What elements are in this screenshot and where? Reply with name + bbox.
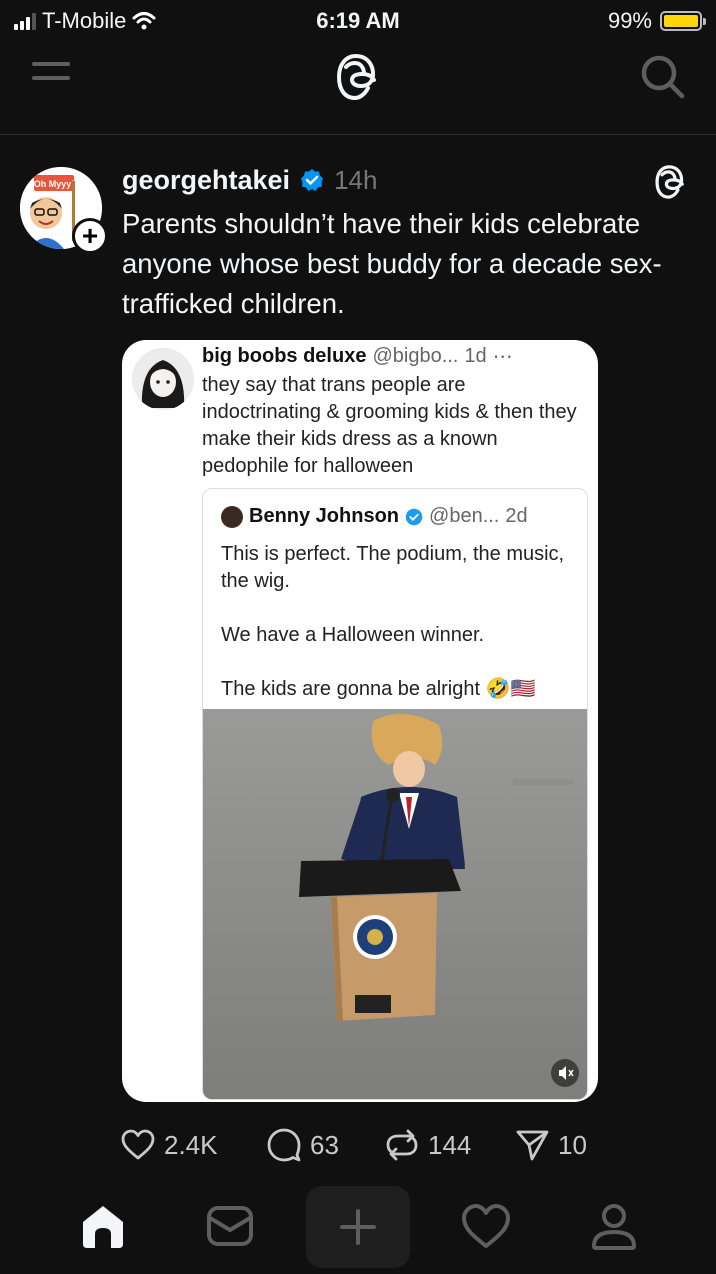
follow-button[interactable]: + xyxy=(72,218,108,254)
quote-text: This is perfect. The podium, the music, … xyxy=(221,543,565,700)
activity-heart-icon[interactable] xyxy=(460,1200,512,1252)
status-bar: T-Mobile 6:19 AM 99% xyxy=(0,0,716,40)
top-nav xyxy=(0,40,716,135)
more-icon: ⋯ xyxy=(492,346,513,368)
mute-icon[interactable] xyxy=(551,1059,579,1087)
post-text: Parents shouldn’t have their kids celebr… xyxy=(122,208,662,319)
repost-count: 144 xyxy=(428,1129,472,1160)
like-button[interactable]: 2.4K xyxy=(120,1127,266,1163)
reply-count: 63 xyxy=(310,1129,339,1160)
kid-at-podium-image xyxy=(203,709,587,1099)
svg-text:Oh Myyy!: Oh Myyy! xyxy=(34,179,75,189)
embed-time: 1d xyxy=(464,345,487,367)
repost-icon xyxy=(386,1129,418,1161)
embed-header: big boobs deluxe @bigbo... 1d ⋯ xyxy=(202,344,513,369)
verified-badge-icon xyxy=(405,508,423,525)
quote-time: 2d xyxy=(505,505,528,527)
heart-icon xyxy=(121,1129,155,1160)
battery-icon xyxy=(660,11,706,31)
embed-handle: @bigbo... xyxy=(372,345,459,367)
search-icon[interactable] xyxy=(638,52,686,100)
threads-logo-icon[interactable] xyxy=(652,164,688,200)
embed-text: they say that trans people are indoctrin… xyxy=(202,374,577,477)
share-count: 10 xyxy=(558,1129,587,1160)
comment-icon xyxy=(267,1128,301,1162)
reply-button[interactable]: 63 xyxy=(266,1127,384,1163)
create-button[interactable] xyxy=(306,1186,410,1268)
threads-logo-icon[interactable] xyxy=(334,52,380,102)
repost-button[interactable]: 144 xyxy=(384,1127,514,1163)
embed-author: big boobs deluxe xyxy=(202,345,367,367)
quote-author: Benny Johnson xyxy=(249,505,400,527)
create-icon xyxy=(340,1209,376,1245)
verified-badge-icon xyxy=(301,169,324,191)
quoted-tweet: Benny Johnson @ben... 2d This is perfect… xyxy=(202,488,588,1100)
post-actions: 2.4K 63 144 10 xyxy=(120,1125,587,1165)
post-header: georgehtakei 14h xyxy=(122,163,377,197)
hamburger-menu-icon[interactable] xyxy=(32,62,72,86)
share-button[interactable]: 10 xyxy=(514,1127,587,1163)
battery-group: 99% xyxy=(607,8,706,34)
video-thumbnail[interactable] xyxy=(203,709,587,1099)
send-icon xyxy=(516,1130,549,1161)
profile-icon[interactable] xyxy=(588,1200,640,1252)
battery-percent: 99% xyxy=(607,8,652,33)
quote-avatar xyxy=(221,505,243,528)
post-time: 14h xyxy=(334,164,378,195)
bottom-nav xyxy=(0,1186,716,1274)
home-icon[interactable] xyxy=(77,1200,129,1252)
embed-avatar xyxy=(132,348,194,410)
embedded-screenshot[interactable]: big boobs deluxe @bigbo... 1d ⋯ they say… xyxy=(122,340,598,1102)
inbox-icon[interactable] xyxy=(204,1200,256,1252)
quote-header: Benny Johnson @ben... 2d xyxy=(221,505,528,528)
quote-handle: @ben... xyxy=(429,505,500,527)
post-username[interactable]: georgehtakei xyxy=(122,165,290,196)
like-count: 2.4K xyxy=(164,1129,218,1160)
